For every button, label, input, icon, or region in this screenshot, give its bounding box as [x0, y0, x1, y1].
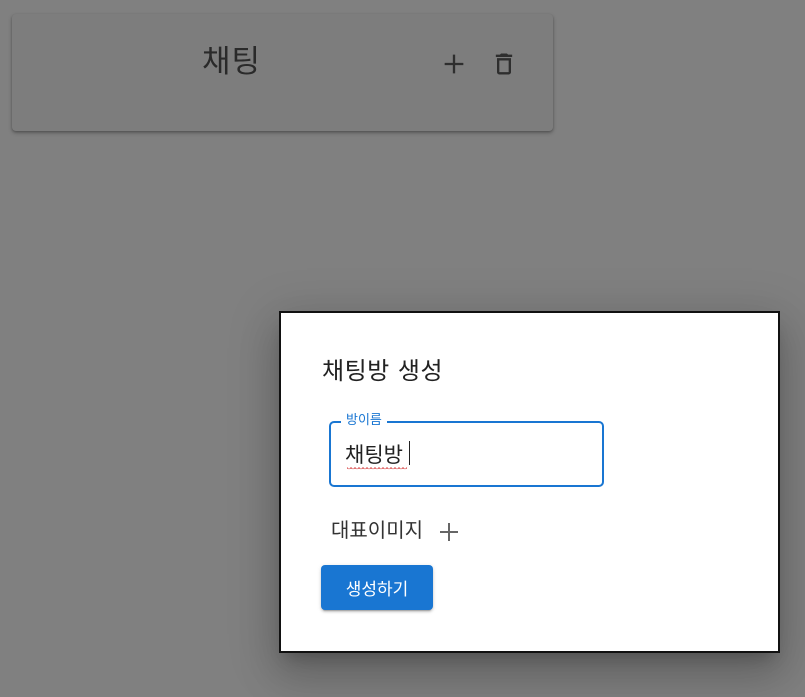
add-chat-room-button[interactable]: [440, 50, 468, 78]
delete-chat-room-button[interactable]: [490, 50, 518, 78]
representative-image-label: 대표이미지: [331, 518, 423, 542]
create-room-dialog: 채팅방 생성 방이름 대표이미지 생성하기: [279, 311, 780, 653]
create-button[interactable]: 생성하기: [321, 565, 433, 610]
chat-header-card: 채팅: [12, 14, 553, 131]
room-name-field: 방이름: [329, 412, 604, 487]
chat-title: 채팅: [202, 44, 262, 80]
add-image-button[interactable]: [437, 520, 461, 544]
page: 채팅 채팅방 생성 방이름 대표이미지: [0, 0, 805, 697]
trash-icon: [495, 53, 513, 75]
representative-image-row: 대표이미지: [331, 513, 461, 547]
plus-icon: [440, 523, 458, 541]
dialog-title: 채팅방 생성: [322, 357, 444, 385]
room-name-label: 방이름: [341, 412, 387, 430]
room-name-input[interactable]: [345, 437, 585, 471]
plus-icon: [444, 54, 464, 74]
text-caret: [409, 441, 410, 465]
spellcheck-underline: [347, 467, 407, 471]
